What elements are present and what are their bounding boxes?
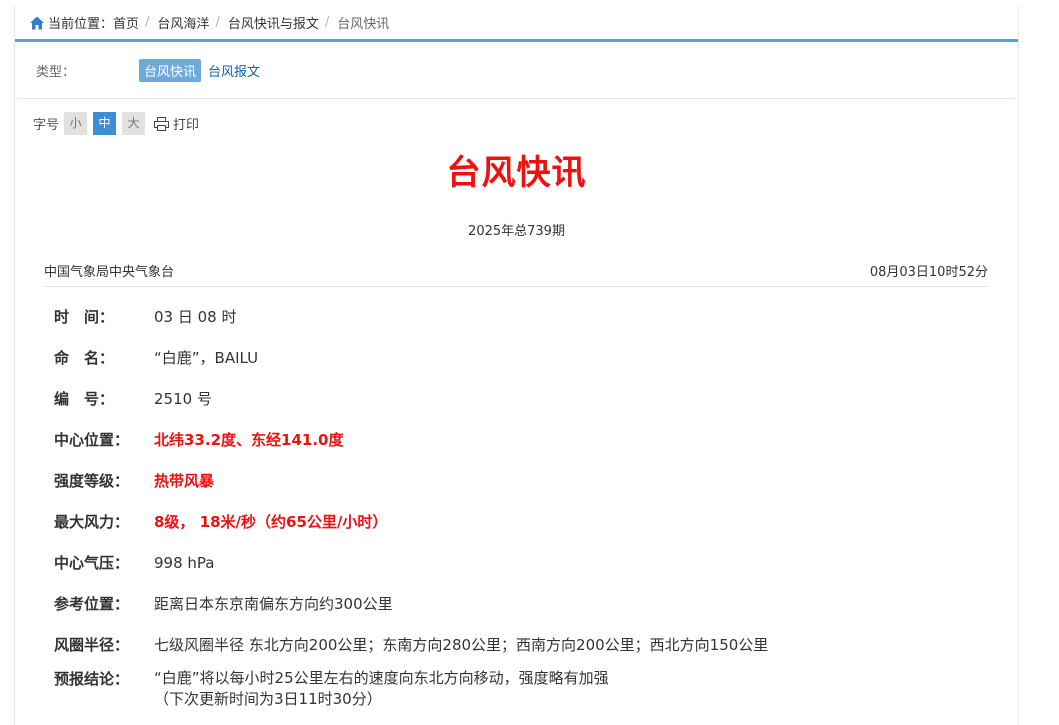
info-value: 2510 号 [154,390,212,408]
forecast-value: “白鹿”将以每小时25公里左右的速度向东北方向移动，强度略有加强 （下次更新时间… [154,668,609,710]
breadcrumb-separator: / [324,15,330,30]
font-size-small-button[interactable]: 小 [64,112,88,135]
breadcrumb-prefix: 当前位置： [48,17,114,32]
info-key: 参考位置： [54,595,130,613]
info-row-number: 编 号： 2510 号 [54,378,1018,419]
info-value: 北纬33.2度、东经141.0度 [154,431,344,449]
next-update-line: （下次更新时间为3日11时30分） [154,690,382,708]
info-value: “白鹿”，BAILU [154,349,259,367]
article-source: 中国气象局中央气象台 [44,265,175,280]
font-size-large-button[interactable]: 大 [122,112,146,135]
printer-icon [154,116,170,131]
info-key: 时 间： [54,308,115,326]
issue-number: 2025年总739期 [468,224,565,239]
info-row-center-position: 中心位置： 北纬33.2度、东经141.0度 [54,419,1018,460]
info-key: 中心位置： [54,431,130,449]
info-row-name: 命 名： “白鹿”，BAILU [54,337,1018,378]
article-meta: 中国气象局中央气象台 08月03日10时52分 [44,261,988,287]
print-button[interactable]: 打印 [154,114,199,133]
info-row-reference-position: 参考位置： 距离日本东京南偏东方向约300公里 [54,583,1018,624]
info-row-max-wind: 最大风力： 8级， 18米/秒（约65公里/小时） [54,501,1018,542]
info-row-forecast: 预报结论： “白鹿”将以每小时25公里左右的速度向东北方向移动，强度略有加强 （… [54,665,1018,710]
info-row-center-pressure: 中心气压： 998 hPa [54,542,1018,583]
breadcrumb-typhoon-ocean[interactable]: 台风海洋 [157,13,209,32]
font-size-toolbar: 字号 小 中 大 打印 [15,112,1018,135]
info-key: 预报结论： [54,670,130,688]
forecast-line: “白鹿”将以每小时25公里左右的速度向东北方向移动，强度略有加强 [154,669,609,687]
info-value: 七级风圈半径 东北方向200公里；东南方向280公里；西南方向200公里；西北方… [154,636,769,654]
info-key: 强度等级： [54,472,130,490]
page-container: 当前位置： 首页 / 台风海洋 / 台风快讯与报文 / 台风快讯 类型： 台风快… [14,6,1019,725]
info-key: 最大风力： [54,513,130,531]
article-title: 台风快讯 [446,153,587,193]
info-key: 命 名： [54,349,115,367]
home-icon[interactable] [29,15,45,31]
breadcrumb-home[interactable]: 首页 [113,13,139,32]
info-row-wind-radius: 风圈半径： 七级风圈半径 东北方向200公里；东南方向280公里；西南方向200… [54,624,1018,665]
breadcrumb-separator: / [145,15,150,30]
type-tag-typhoon-news[interactable]: 台风快讯 [139,58,202,82]
info-key: 编 号： [54,390,115,408]
breadcrumb-separator: / [215,15,220,30]
info-value: 998 hPa [154,553,215,572]
breadcrumb: 当前位置： 首页 / 台风海洋 / 台风快讯与报文 / 台风快讯 [15,6,1018,42]
type-filter: 类型： 台风快讯 台风报文 [18,42,1015,99]
info-value: 热带风暴 [154,472,215,490]
font-size-label: 字号 [33,118,60,133]
breadcrumb-typhoon-news-reports[interactable]: 台风快讯与报文 [228,13,319,32]
font-size-medium-button[interactable]: 中 [93,112,117,135]
publish-time: 08月03日10时52分 [869,265,988,280]
print-label: 打印 [173,118,200,133]
info-row-intensity: 强度等级： 热带风暴 [54,460,1018,501]
typhoon-info-list: 时 间： 03 日 08 时 命 名： “白鹿”，BAILU 编 号： 2510… [54,296,1018,710]
info-key: 风圈半径： [54,636,130,654]
info-value: 8级， 18米/秒（约65公里/小时） [154,513,388,531]
type-tag-typhoon-report[interactable]: 台风报文 [203,59,265,82]
type-label: 类型： [36,64,76,80]
info-key: 中心气压： [54,554,130,572]
info-row-time: 时 间： 03 日 08 时 [54,296,1018,337]
info-value: 03 日 08 时 [154,308,237,326]
info-value: 距离日本东京南偏东方向约300公里 [154,595,393,613]
breadcrumb-current: 台风快讯 [337,17,390,32]
